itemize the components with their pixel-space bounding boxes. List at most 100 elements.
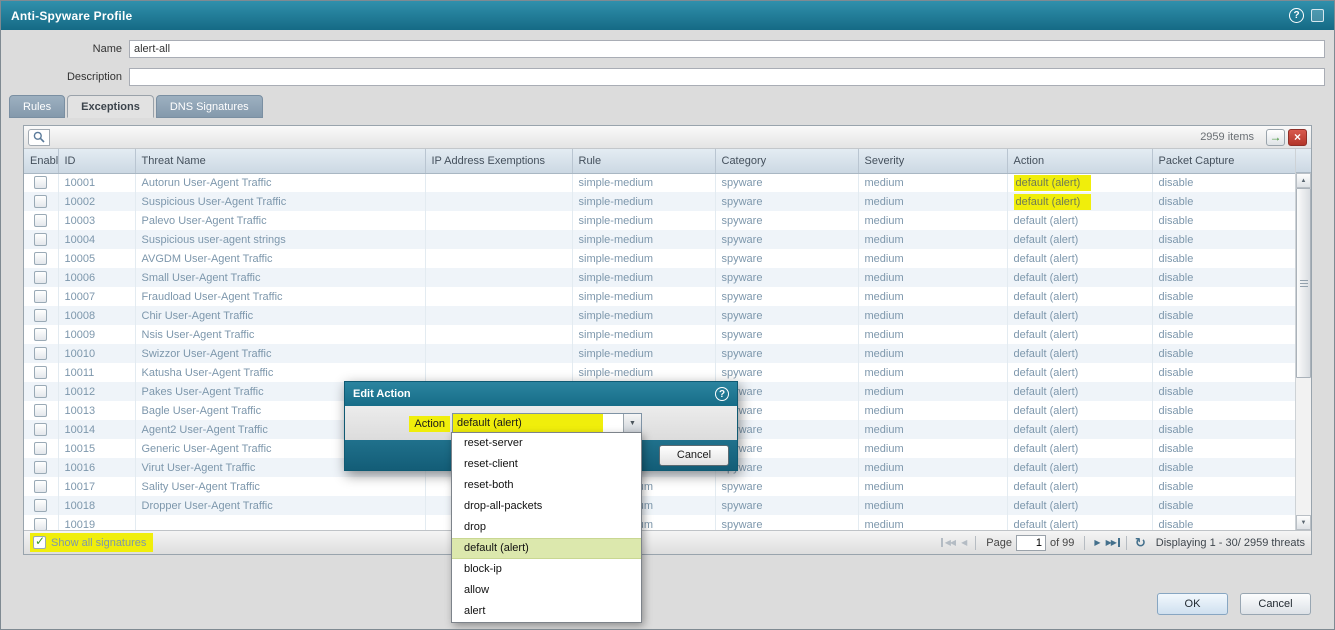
action-cell[interactable]: default (alert) <box>1007 173 1152 192</box>
show-all-signatures-control[interactable]: ✓ Show all signatures <box>30 533 153 552</box>
table-row[interactable]: 10008 Chir User-Agent Traffic simple-med… <box>24 306 1295 325</box>
action-cell[interactable]: default (alert) <box>1007 192 1152 211</box>
description-input[interactable] <box>129 68 1325 86</box>
apply-filter-button[interactable]: → <box>1266 129 1285 146</box>
edit-action-help-icon[interactable]: ? <box>715 387 729 401</box>
action-value[interactable]: default (alert) <box>1014 365 1086 381</box>
vertical-scrollbar[interactable]: ▲ ▼ <box>1295 149 1311 530</box>
enable-checkbox[interactable] <box>34 347 47 360</box>
enable-checkbox[interactable] <box>34 442 47 455</box>
table-row[interactable]: 10011 Katusha User-Agent Traffic simple-… <box>24 363 1295 382</box>
last-page-button[interactable]: ▶▶ <box>1103 538 1120 547</box>
action-option-drop-all-packets[interactable]: drop-all-packets <box>452 496 641 517</box>
enable-checkbox[interactable] <box>34 499 47 512</box>
action-option-reset-both[interactable]: reset-both <box>452 475 641 496</box>
action-value[interactable]: default (alert) <box>1014 403 1086 419</box>
action-value[interactable]: default (alert) <box>1014 194 1092 210</box>
action-cell[interactable]: default (alert) <box>1007 268 1152 287</box>
action-value[interactable]: default (alert) <box>1014 175 1092 191</box>
filter-search-box[interactable] <box>28 129 50 146</box>
threat-name-cell[interactable]: Small User-Agent Traffic <box>135 268 425 287</box>
enable-checkbox[interactable] <box>34 233 47 246</box>
table-row[interactable]: 10019 simple-medium spyware medium defau… <box>24 515 1295 530</box>
threat-name-cell[interactable] <box>135 515 425 530</box>
threat-name-cell[interactable]: Swizzor User-Agent Traffic <box>135 344 425 363</box>
action-value[interactable]: default (alert) <box>1014 346 1086 362</box>
action-cell[interactable]: default (alert) <box>1007 401 1152 420</box>
action-option-reset-client[interactable]: reset-client <box>452 454 641 475</box>
action-cell[interactable]: default (alert) <box>1007 230 1152 249</box>
action-value[interactable]: default (alert) <box>1014 327 1086 343</box>
table-row[interactable]: 10010 Swizzor User-Agent Traffic simple-… <box>24 344 1295 363</box>
tab-rules[interactable]: Rules <box>9 95 65 118</box>
edit-action-titlebar[interactable]: Edit Action ? <box>345 382 737 406</box>
action-value[interactable]: default (alert) <box>1014 422 1086 438</box>
table-row[interactable]: 10001 Autorun User-Agent Traffic simple-… <box>24 173 1295 192</box>
action-option-reset-server[interactable]: reset-server <box>452 433 641 454</box>
action-value[interactable]: default (alert) <box>1014 441 1086 457</box>
clear-filter-button[interactable]: × <box>1288 129 1307 146</box>
enable-checkbox[interactable] <box>34 480 47 493</box>
table-row[interactable]: 10017 Sality User-Agent Traffic simple-m… <box>24 477 1295 496</box>
action-option-allow[interactable]: allow <box>452 580 641 601</box>
help-icon[interactable]: ? <box>1289 8 1304 23</box>
enable-checkbox[interactable] <box>34 214 47 227</box>
threat-name-cell[interactable]: Katusha User-Agent Traffic <box>135 363 425 382</box>
tab-exceptions[interactable]: Exceptions <box>67 95 154 118</box>
enable-checkbox[interactable] <box>34 404 47 417</box>
ok-button[interactable]: OK <box>1157 593 1228 615</box>
action-value[interactable]: default (alert) <box>1014 251 1086 267</box>
action-value[interactable]: default (alert) <box>1014 460 1086 476</box>
tab-dns-signatures[interactable]: DNS Signatures <box>156 95 263 118</box>
scrollbar-track[interactable] <box>1296 188 1311 515</box>
refresh-icon[interactable]: ↻ <box>1135 535 1146 551</box>
action-option-default-alert[interactable]: default (alert) <box>452 538 641 559</box>
action-cell[interactable]: default (alert) <box>1007 477 1152 496</box>
action-cell[interactable]: default (alert) <box>1007 363 1152 382</box>
action-cell[interactable]: default (alert) <box>1007 515 1152 530</box>
enable-checkbox[interactable] <box>34 328 47 341</box>
column-header-rule[interactable]: Rule <box>572 149 715 173</box>
threat-name-cell[interactable]: Nsis User-Agent Traffic <box>135 325 425 344</box>
action-cell[interactable]: default (alert) <box>1007 249 1152 268</box>
column-header-threat-name[interactable]: Threat Name <box>135 149 425 173</box>
action-option-drop[interactable]: drop <box>452 517 641 538</box>
column-header-action[interactable]: Action <box>1007 149 1152 173</box>
threat-name-cell[interactable]: Suspicious user-agent strings <box>135 230 425 249</box>
threat-name-cell[interactable]: AVGDM User-Agent Traffic <box>135 249 425 268</box>
enable-checkbox[interactable] <box>34 423 47 436</box>
action-value[interactable]: default (alert) <box>1014 270 1086 286</box>
first-page-button[interactable]: ◀◀ <box>941 538 958 547</box>
scrollbar-thumb[interactable] <box>1296 188 1311 378</box>
action-cell[interactable]: default (alert) <box>1007 496 1152 515</box>
threat-name-cell[interactable]: Suspicious User-Agent Traffic <box>135 192 425 211</box>
threat-name-cell[interactable]: Palevo User-Agent Traffic <box>135 211 425 230</box>
table-row[interactable]: 10003 Palevo User-Agent Traffic simple-m… <box>24 211 1295 230</box>
prev-page-button[interactable]: ◀ <box>958 538 969 547</box>
action-value[interactable]: default (alert) <box>1014 232 1086 248</box>
action-cell[interactable]: default (alert) <box>1007 439 1152 458</box>
action-cell[interactable]: default (alert) <box>1007 211 1152 230</box>
enable-checkbox[interactable] <box>34 252 47 265</box>
action-cell[interactable]: default (alert) <box>1007 382 1152 401</box>
enable-checkbox[interactable] <box>34 385 47 398</box>
column-header-category[interactable]: Category <box>715 149 858 173</box>
enable-checkbox[interactable] <box>34 366 47 379</box>
table-row[interactable]: 10005 AVGDM User-Agent Traffic simple-me… <box>24 249 1295 268</box>
action-value[interactable]: default (alert) <box>1014 517 1086 531</box>
action-cell[interactable]: default (alert) <box>1007 325 1152 344</box>
threat-name-cell[interactable]: Fraudload User-Agent Traffic <box>135 287 425 306</box>
threat-name-cell[interactable]: Sality User-Agent Traffic <box>135 477 425 496</box>
enable-checkbox[interactable] <box>34 518 47 530</box>
action-value[interactable]: default (alert) <box>1014 289 1086 305</box>
table-row[interactable]: 10006 Small User-Agent Traffic simple-me… <box>24 268 1295 287</box>
table-row[interactable]: 10018 Dropper User-Agent Traffic simple-… <box>24 496 1295 515</box>
column-header-packet-capture[interactable]: Packet Capture <box>1152 149 1295 173</box>
action-combo-box[interactable]: default (alert) ▼ <box>452 413 642 433</box>
show-all-checkbox[interactable]: ✓ <box>33 536 46 549</box>
action-cell[interactable]: default (alert) <box>1007 458 1152 477</box>
action-value[interactable]: default (alert) <box>1014 213 1086 229</box>
scroll-down-button[interactable]: ▼ <box>1296 515 1311 530</box>
window-icon[interactable] <box>1311 9 1324 22</box>
threat-name-cell[interactable]: Dropper User-Agent Traffic <box>135 496 425 515</box>
